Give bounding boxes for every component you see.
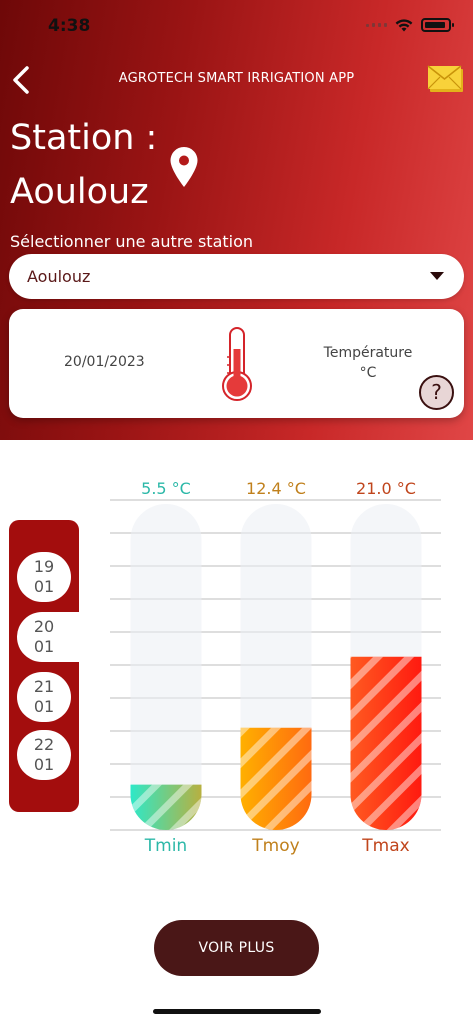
value-label-tmoy: 12.4 °C — [246, 479, 306, 498]
mail-icon[interactable] — [427, 64, 465, 94]
value-label-tmax: 21.0 °C — [356, 479, 416, 498]
caret-down-icon — [430, 272, 444, 280]
signal-icon — [366, 23, 387, 27]
station-label: Station : — [10, 118, 158, 158]
temperature-label: Température °C — [309, 343, 427, 383]
category-label-tmoy: Tmoy — [251, 836, 299, 856]
location-pin-icon — [170, 147, 198, 187]
bar-stripes-tmoy — [240, 727, 312, 830]
home-indicator — [153, 1009, 321, 1014]
bar-track-tmin — [130, 504, 202, 830]
wifi-icon — [395, 18, 413, 31]
station-name: Aoulouz — [10, 172, 149, 212]
station-dropdown[interactable]: Aoulouz — [9, 254, 464, 299]
temperature-label-unit: °C — [359, 365, 377, 381]
select-station-label: Sélectionner une autre station — [10, 232, 254, 251]
battery-icon — [421, 18, 454, 32]
thermometer-icon — [222, 327, 252, 401]
status-bar: 4:38 — [0, 0, 473, 50]
temperature-info-card: 20/01/2023 Température °C ? — [9, 309, 464, 418]
temperature-label-line1: Température — [323, 345, 413, 361]
app-title: AGROTECH SMART IRRIGATION APP — [118, 71, 355, 86]
category-label-tmin: Tmin — [144, 836, 187, 856]
temperature-bar-chart: 5.5 °C Tmin 12.4 °C Tmoy 21.0 °C Tmax — [110, 479, 441, 856]
dropdown-value: Aoulouz — [27, 267, 91, 286]
category-label-tmax: Tmax — [361, 836, 409, 856]
voir-plus-button[interactable]: VOIR PLUS — [154, 920, 319, 976]
info-date: 20/01/2023 — [64, 354, 145, 370]
bar-stripes-tmin — [130, 784, 202, 830]
value-label-tmin: 5.5 °C — [141, 479, 191, 498]
help-button[interactable]: ? — [419, 375, 454, 410]
status-time: 4:38 — [48, 16, 91, 36]
bar-stripes-tmax — [350, 656, 422, 830]
status-icons — [366, 18, 454, 32]
